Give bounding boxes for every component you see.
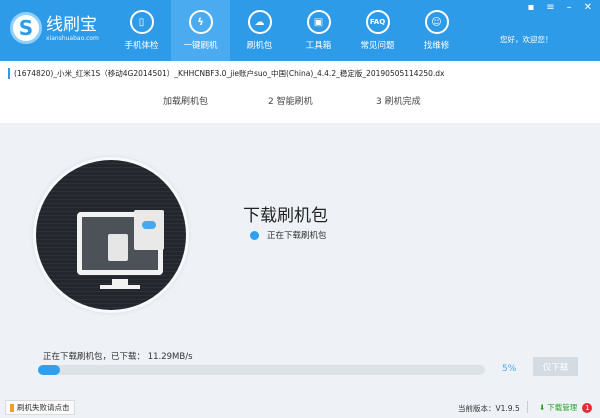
nav-label: 手机体检 — [124, 41, 159, 51]
progress-bar — [38, 365, 485, 375]
download-only-button[interactable]: 仅下载 — [533, 357, 578, 376]
nav-label: 找维修 — [423, 41, 450, 51]
download-info: 正在下载刷机包，已下载： 11.29MB/s — [43, 352, 193, 362]
download-manager-label: 下载管理 — [547, 403, 578, 412]
divider — [527, 401, 528, 413]
file-icon — [108, 234, 128, 261]
nav: ▯ 手机体检 ϟ 一键刷机 ☁ 刷机包 ▣ 工具箱 FAQ 常见问题 ☺ 找维修 — [112, 0, 466, 61]
notification-badge: 1 — [582, 402, 593, 413]
step-status: 正在下载刷机包 — [250, 229, 327, 241]
download-icon: ⬇ — [539, 403, 546, 412]
nav-repair[interactable]: ☺ 找维修 — [407, 0, 466, 61]
app-url: xianshuabao.com — [46, 34, 99, 42]
nav-label: 一键刷机 — [183, 41, 218, 51]
fail-link-label: 刷机失败请点击 — [17, 403, 70, 412]
nav-label: 刷机包 — [246, 41, 273, 51]
phone-check-icon: ▯ — [129, 10, 154, 34]
download-illustration — [36, 160, 186, 310]
header: S 线刷宝 xianshuabao.com ▯ 手机体检 ϟ 一键刷机 ☁ 刷机包 ▣… — [0, 0, 600, 61]
step-complete: 3 刷机完成 — [376, 97, 421, 107]
nav-label: 工具箱 — [305, 41, 332, 51]
progress-fill — [38, 365, 61, 375]
nav-faq[interactable]: FAQ 常见问题 — [348, 0, 407, 61]
window-controls: ▪ ≡ – ✕ — [527, 2, 592, 13]
menu-icon[interactable]: ≡ — [546, 2, 554, 13]
flash-failed-link[interactable]: 刷机失败请点击 — [5, 400, 75, 415]
cloud-download-icon: ☁ — [247, 10, 272, 34]
nav-toolbox[interactable]: ▣ 工具箱 — [289, 0, 348, 61]
logo-icon: S — [10, 12, 42, 44]
greeting: 您好，欢迎您！ — [500, 35, 553, 44]
rom-filename: (1674820)_小米_红米1S（移动4G2014501）_KHHCNBF3.… — [8, 68, 444, 79]
nav-one-click-flash[interactable]: ϟ 一键刷机 — [171, 0, 230, 61]
help-icon[interactable]: ▪ — [527, 2, 534, 13]
nav-label: 常见问题 — [360, 41, 395, 51]
progress-percent: 5% — [502, 364, 517, 374]
footer: 刷机失败请点击 当前版本：V1.9.5 ⬇ 下载管理 1 — [0, 398, 600, 418]
step-load-package: 加载刷机包 — [163, 97, 209, 107]
step-title: 下载刷机包 — [243, 206, 328, 226]
lightning-icon: ϟ — [188, 10, 213, 34]
file-bar: (1674820)_小米_红米1S（移动4G2014501）_KHHCNBF3.… — [0, 61, 600, 123]
repair-person-icon: ☺ — [424, 10, 449, 34]
faq-icon: FAQ — [365, 10, 390, 34]
nav-rom-package[interactable]: ☁ 刷机包 — [230, 0, 289, 61]
step-smart-flash: 2 智能刷机 — [268, 97, 313, 107]
minimize-icon[interactable]: – — [567, 2, 572, 13]
bookmark-icon — [10, 403, 14, 412]
nav-phone-check[interactable]: ▯ 手机体检 — [112, 0, 171, 61]
version: 当前版本：V1.9.5 — [458, 404, 520, 413]
download-manager-link[interactable]: ⬇ 下载管理 1 — [539, 402, 593, 413]
close-icon[interactable]: ✕ — [584, 2, 592, 13]
toolbox-icon: ▣ — [306, 10, 331, 34]
app-name: 线刷宝 — [46, 14, 97, 35]
status-dot-icon — [250, 230, 259, 240]
rom-file-icon — [134, 210, 164, 250]
logo: S 线刷宝 xianshuabao.com — [10, 12, 99, 44]
status-text: 正在下载刷机包 — [267, 231, 327, 241]
